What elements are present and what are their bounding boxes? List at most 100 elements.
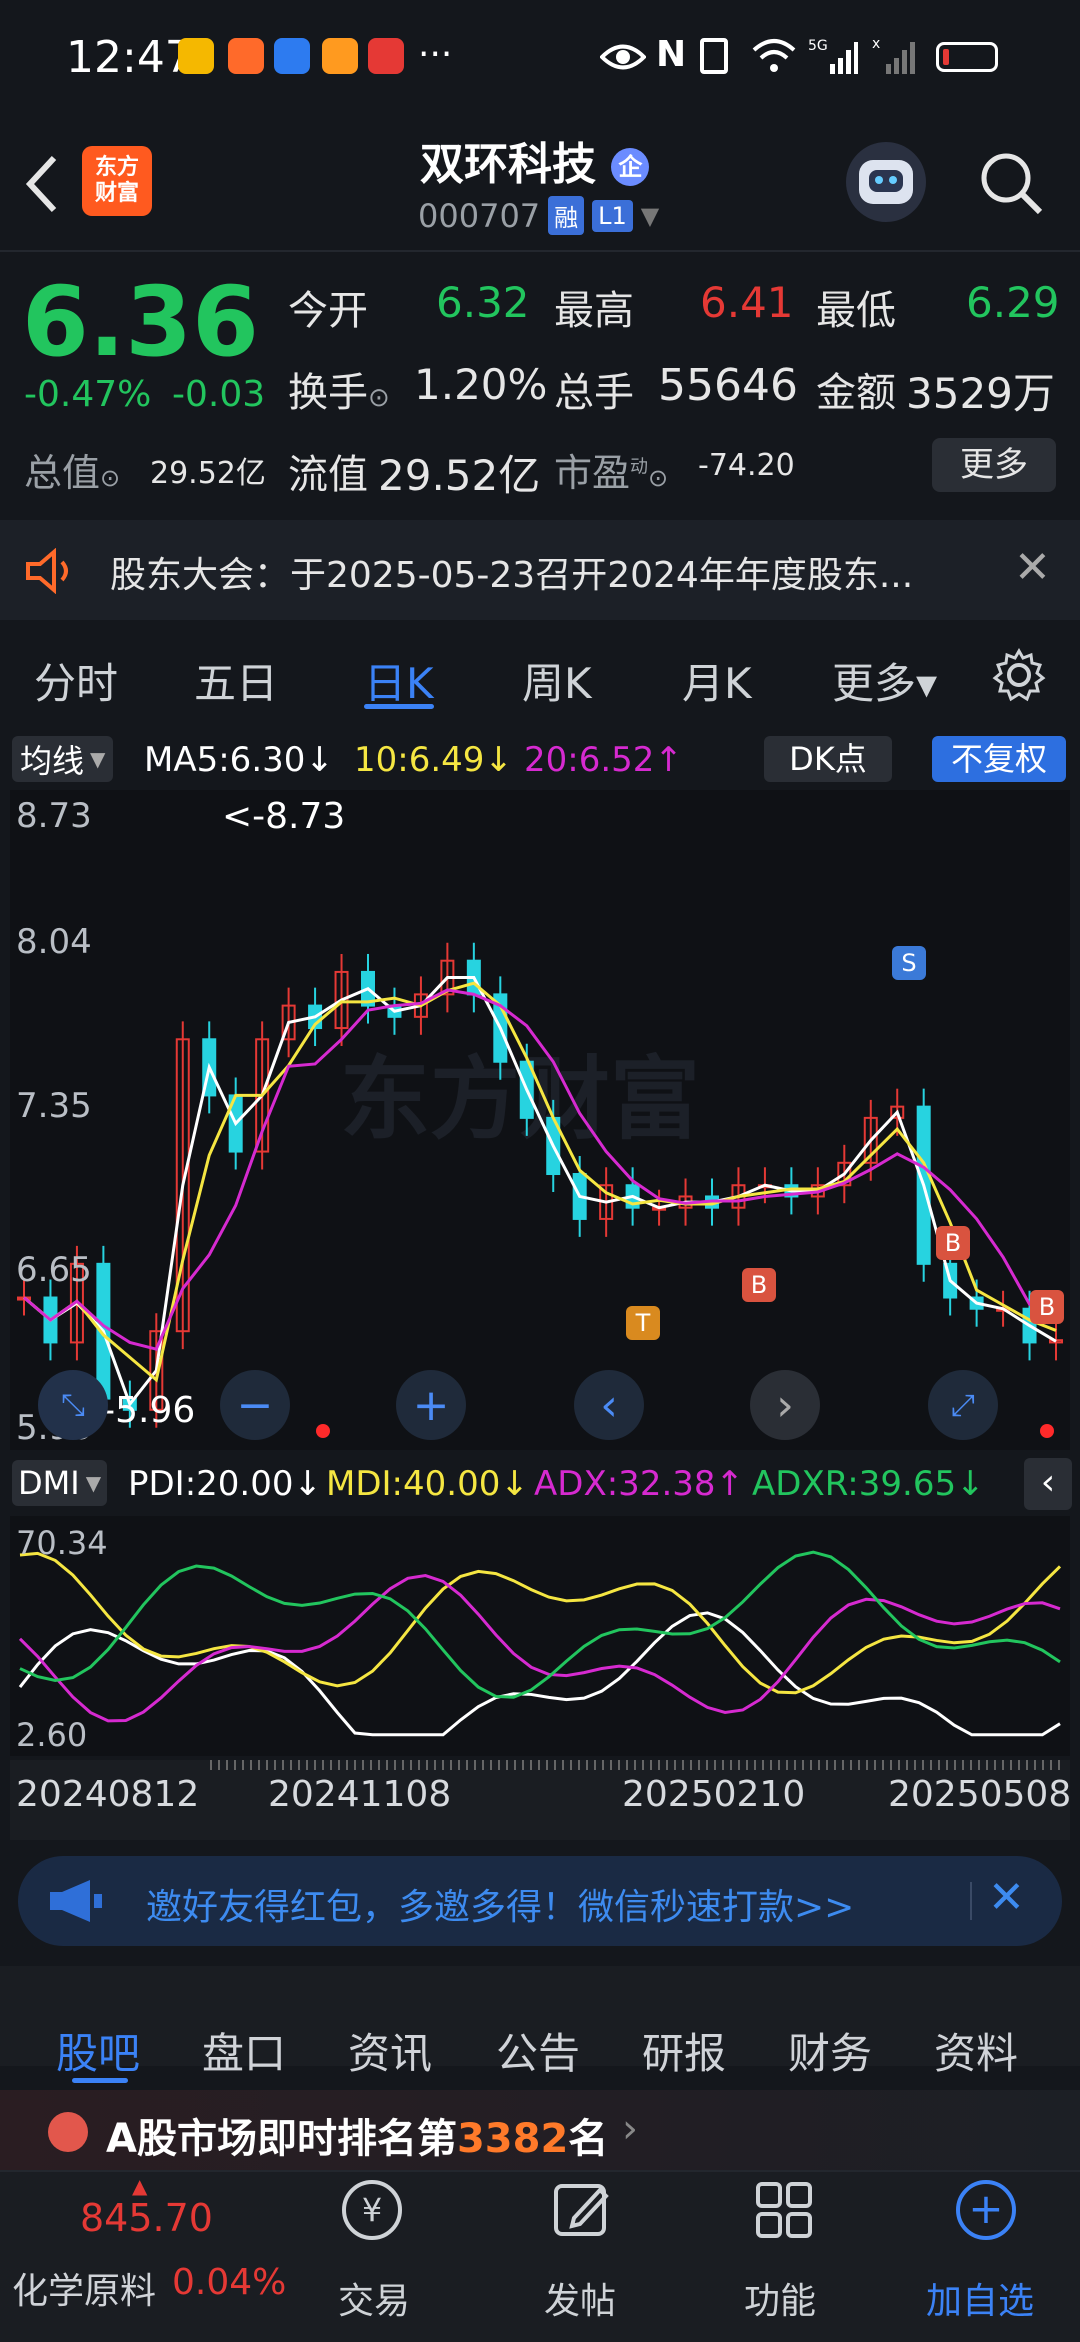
index-name: 化学原料 bbox=[12, 2271, 157, 2312]
chevron-down-icon: ▼ bbox=[85, 1471, 102, 1495]
tab-five-day[interactable]: 五日 bbox=[194, 650, 278, 711]
up-arrow-icon: ▲ bbox=[132, 2174, 148, 2198]
high-label: 最高 bbox=[554, 288, 634, 334]
marker-s[interactable]: S bbox=[892, 946, 926, 980]
scroll-right-button[interactable]: › bbox=[750, 1370, 820, 1440]
speaker-icon bbox=[26, 548, 68, 594]
tab-pankou[interactable]: 盘口 bbox=[202, 2020, 286, 2081]
x-label-0: 20240812 bbox=[16, 1774, 200, 1815]
tab-guba[interactable]: 股吧 bbox=[56, 2020, 140, 2081]
kline-chart[interactable]: 东方财富 8.73 8.04 7.35 6.65 5.96 <-8.73 <-5… bbox=[10, 790, 1070, 1450]
browser-icon bbox=[274, 38, 310, 74]
fullscreen-button[interactable]: ⤢ bbox=[928, 1370, 998, 1440]
close-icon[interactable]: ✕ bbox=[988, 1872, 1025, 1923]
level-tag[interactable]: L1 bbox=[592, 199, 633, 232]
ranking-bar[interactable]: A股市场即时排名第3382名 › bbox=[0, 2090, 1080, 2170]
open-label: 今开 bbox=[288, 288, 368, 334]
tab-daily-k[interactable]: 日K bbox=[364, 650, 434, 711]
brand-logo-text-2: 财富 bbox=[94, 181, 139, 206]
tab-more[interactable]: 更多▾ bbox=[832, 650, 937, 711]
pe-label-text: 市盈 bbox=[554, 451, 631, 495]
y-tick-2: 7.35 bbox=[16, 1086, 92, 1126]
stock-name: 双环科技 企 bbox=[420, 128, 650, 192]
marker-b-2[interactable]: B bbox=[936, 1226, 970, 1260]
dmi-y-top: 70.34 bbox=[16, 1524, 108, 1562]
expand-icon: ⤢ bbox=[951, 1387, 975, 1423]
zoom-in-button[interactable]: + bbox=[396, 1370, 466, 1440]
marker-b-3[interactable]: B bbox=[1030, 1290, 1064, 1324]
scroll-left-button[interactable]: ‹ bbox=[574, 1370, 644, 1440]
status-bar: 12:47 ··· N 5G x bbox=[0, 0, 1080, 120]
dmi-chart[interactable]: 70.34 2.60 bbox=[10, 1516, 1070, 1756]
mdi-legend: MDI:40.00↓ bbox=[326, 1464, 529, 1504]
vibrate-icon bbox=[700, 38, 728, 74]
turnover-label-text: 换手 bbox=[288, 370, 368, 416]
edit-icon bbox=[554, 2184, 609, 2236]
collapse-indicator-button[interactable]: ‹ bbox=[1024, 1458, 1072, 1510]
y-tick-1: 8.04 bbox=[16, 922, 92, 962]
change-percent: -0.47% bbox=[24, 374, 152, 415]
megaphone-icon bbox=[50, 1880, 102, 1922]
marker-b-1[interactable]: B bbox=[742, 1268, 776, 1302]
info-icon[interactable]: ⊙ bbox=[100, 464, 120, 492]
fullscreen-left-button[interactable]: ⤡ bbox=[38, 1370, 108, 1440]
ma-selector[interactable]: 均线 ▼ bbox=[12, 736, 114, 782]
pe-value: -74.20 bbox=[698, 448, 795, 483]
index-widget[interactable]: ▲ 845.70 化学原料 0.04% bbox=[0, 2170, 286, 2340]
dk-button[interactable]: DK点 bbox=[764, 736, 892, 782]
mktcap-label-text: 总值 bbox=[24, 451, 101, 495]
tab-announcements[interactable]: 公告 bbox=[496, 2020, 580, 2081]
gear-icon[interactable] bbox=[992, 648, 1046, 702]
brand-logo-text-1: 东方 bbox=[94, 155, 139, 180]
info-icon[interactable]: ⊙ bbox=[368, 383, 390, 413]
tab-weekly-k[interactable]: 周K bbox=[522, 650, 592, 711]
high-annotation: <-8.73 bbox=[222, 796, 346, 837]
function-nav[interactable]: 功能 bbox=[730, 2172, 840, 2332]
dmi-svg bbox=[18, 1550, 1062, 1737]
more-button[interactable]: 更多 bbox=[932, 438, 1056, 492]
function-label: 功能 bbox=[744, 2281, 817, 2322]
yen-icon: ¥ bbox=[342, 2180, 402, 2240]
tab-monthly-k[interactable]: 月K bbox=[682, 650, 752, 711]
header: 东方 财富 双环科技 企 000707 融 L1 ▼ bbox=[0, 120, 1080, 250]
shop-icon bbox=[322, 38, 358, 74]
search-icon[interactable] bbox=[976, 148, 1046, 218]
chevron-down-icon[interactable]: ▼ bbox=[641, 202, 659, 230]
turnover-value: 1.20% bbox=[414, 360, 548, 409]
marker-t[interactable]: T bbox=[626, 1306, 660, 1340]
eye-icon bbox=[600, 44, 646, 70]
post-nav[interactable]: 发帖 bbox=[530, 2172, 640, 2332]
adjust-button[interactable]: 不复权 bbox=[932, 736, 1066, 782]
minus-icon: − bbox=[236, 1379, 274, 1431]
more-notifications-icon: ··· bbox=[418, 34, 453, 75]
notice-bar[interactable]: 股东大会：于2025-05-23召开2024年年度股东... ✕ bbox=[0, 520, 1080, 620]
robot-avatar[interactable] bbox=[846, 142, 926, 222]
x-axis: 20240812 20241108 20250210 20250508 bbox=[10, 1760, 1072, 1840]
adx-legend: ADX:32.38↑ bbox=[534, 1464, 745, 1504]
grid-icon bbox=[756, 2182, 812, 2238]
tab-research[interactable]: 研报 bbox=[642, 2020, 726, 2081]
tab-profile[interactable]: 资料 bbox=[934, 2020, 1018, 2081]
tab-news[interactable]: 资讯 bbox=[348, 2020, 432, 2081]
expand-icon: ⤡ bbox=[61, 1387, 85, 1423]
stock-name-text: 双环科技 bbox=[420, 139, 596, 190]
plus-circle-icon: + bbox=[956, 2180, 1016, 2240]
promo-banner[interactable]: 邀好友得红包，多邀多得！微信秒速打款>> ✕ bbox=[18, 1856, 1062, 1946]
x-label-3: 20250508 bbox=[888, 1774, 1072, 1815]
add-watchlist-nav[interactable]: + 加自选 bbox=[916, 2172, 1056, 2332]
tab-finance[interactable]: 财务 bbox=[788, 2020, 872, 2081]
pe-sup: 动 bbox=[630, 456, 649, 478]
dmi-selector[interactable]: DMI ▼ bbox=[12, 1460, 108, 1506]
brand-logo[interactable]: 东方 财富 bbox=[82, 146, 152, 216]
back-icon[interactable] bbox=[22, 154, 62, 214]
zoom-out-button[interactable]: − bbox=[220, 1370, 290, 1440]
trade-nav[interactable]: ¥ 交易 bbox=[320, 2172, 430, 2332]
tab-intraday[interactable]: 分时 bbox=[34, 650, 118, 711]
close-icon[interactable]: ✕ bbox=[1014, 542, 1051, 593]
volume-label: 总手 bbox=[554, 370, 634, 416]
dmi-y-bottom: 2.60 bbox=[16, 1716, 88, 1754]
pdi-legend: PDI:20.00↓ bbox=[128, 1464, 322, 1504]
open-value: 6.32 bbox=[436, 278, 530, 327]
info-icon[interactable]: ⊙ bbox=[648, 464, 668, 492]
red-dot bbox=[1040, 1424, 1054, 1438]
